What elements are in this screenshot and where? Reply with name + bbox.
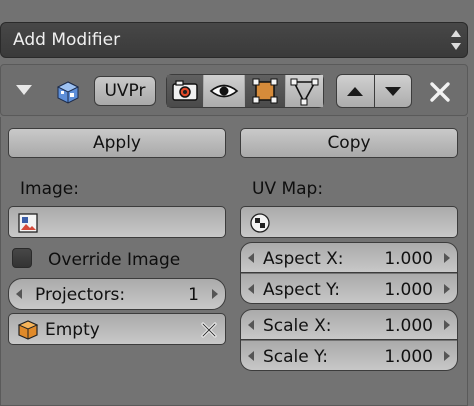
viewport-toggle[interactable] [204, 75, 244, 107]
copy-button[interactable]: Copy [240, 128, 458, 158]
increment-arrow-icon[interactable] [212, 289, 218, 299]
arrow-up-icon [347, 86, 363, 96]
camera-icon [172, 80, 198, 101]
aspect-x-value: 1.000 [384, 249, 433, 269]
editmode-icon [252, 78, 278, 104]
editmode-toggle[interactable] [245, 75, 285, 107]
apply-button[interactable]: Apply [8, 128, 226, 158]
scale-x-field[interactable]: Scale X: 1.000 [241, 310, 457, 340]
scale-x-value: 1.000 [384, 316, 433, 336]
remove-modifier-button[interactable] [428, 80, 452, 104]
scale-y-label: Scale Y: [263, 347, 328, 367]
aspect-y-field[interactable]: Aspect Y: 1.000 [241, 274, 457, 303]
projector-object-value: Empty [45, 320, 100, 340]
apply-label: Apply [93, 133, 141, 153]
aspect-x-field[interactable]: Aspect X: 1.000 [241, 243, 457, 273]
decrement-arrow-icon[interactable] [248, 284, 254, 294]
decrement-arrow-icon[interactable] [248, 320, 254, 330]
arrow-down-icon [385, 86, 401, 96]
override-image-checkbox[interactable] [12, 248, 32, 268]
decrement-arrow-icon[interactable] [248, 351, 254, 361]
scale-group: Scale X: 1.000 Scale Y: 1.000 [240, 309, 458, 371]
override-image-label: Override Image [48, 250, 181, 270]
clear-icon[interactable] [199, 320, 219, 340]
increment-arrow-icon[interactable] [444, 253, 450, 263]
increment-arrow-icon[interactable] [444, 284, 450, 294]
image-icon [18, 213, 38, 233]
modifier-name-field[interactable]: UVPr [94, 76, 156, 106]
close-icon [430, 82, 450, 102]
collapse-triangle-icon[interactable] [16, 85, 32, 95]
move-down-button[interactable] [375, 75, 411, 107]
image-field[interactable] [8, 206, 226, 238]
increment-arrow-icon[interactable] [444, 320, 450, 330]
aspect-y-label: Aspect Y: [263, 280, 341, 300]
scale-y-field[interactable]: Scale Y: 1.000 [241, 341, 457, 370]
decrement-arrow-icon[interactable] [248, 253, 254, 263]
object-cube-icon [17, 320, 39, 340]
aspect-y-value: 1.000 [384, 280, 433, 300]
dropdown-arrows-icon [451, 28, 461, 52]
scale-y-value: 1.000 [384, 347, 433, 367]
add-modifier-dropdown[interactable]: Add Modifier [0, 22, 468, 58]
add-modifier-label: Add Modifier [13, 30, 121, 50]
uv-project-icon [56, 80, 80, 104]
image-label: Image: [20, 179, 79, 199]
decrement-arrow-icon[interactable] [16, 289, 22, 299]
aspect-group: Aspect X: 1.000 Aspect Y: 1.000 [240, 242, 458, 304]
increment-arrow-icon[interactable] [444, 351, 450, 361]
cage-toggle[interactable] [286, 75, 323, 107]
eye-icon [209, 84, 239, 98]
cage-vertex-icon [290, 78, 319, 106]
scale-x-label: Scale X: [263, 316, 332, 336]
render-toggle[interactable] [167, 75, 203, 107]
projectors-label: Projectors: [35, 285, 126, 305]
uv-map-label: UV Map: [252, 179, 324, 199]
move-up-button[interactable] [337, 75, 373, 107]
aspect-x-label: Aspect X: [263, 249, 344, 269]
uv-map-icon [250, 213, 270, 233]
uv-map-field[interactable] [240, 206, 458, 238]
projector-object-field[interactable]: Empty [8, 313, 226, 345]
modifier-name-text: UVPr [104, 81, 146, 101]
projectors-field[interactable]: Projectors: 1 [8, 278, 226, 310]
copy-label: Copy [327, 133, 371, 153]
projectors-value: 1 [188, 285, 199, 305]
